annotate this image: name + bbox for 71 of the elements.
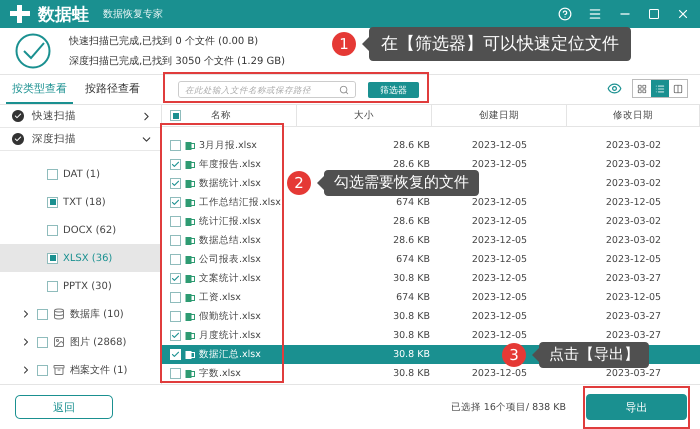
step-number: 1 (332, 32, 356, 56)
app-subtitle: 数据恢复专家 (103, 8, 163, 21)
file-name: 工资.xlsx (199, 291, 241, 304)
file-size: 30.8 KB (393, 349, 430, 360)
created-date: 2023-12-05 (472, 197, 528, 208)
step-number: 3 (502, 342, 526, 367)
created-date: 2023-12-05 (472, 292, 528, 303)
file-name: 工作总结汇报.xlsx (199, 196, 281, 209)
tree-label: PPTX (30) (63, 280, 112, 292)
app-name: 数据蛙 (38, 4, 89, 26)
scan-status-text: 深度扫描已完成,已找到 3050 个文件 (1.29 GB) (69, 54, 286, 68)
scan-label: 深度扫描 (32, 132, 77, 146)
file-name: 文案统计.xlsx (199, 272, 261, 285)
file-size: 30.8 KB (393, 330, 430, 341)
created-date: 2023-12-05 (472, 254, 528, 265)
modified-date: 2023-03-02 (606, 216, 662, 227)
modified-date: 2023-03-02 (606, 178, 662, 189)
modified-date: 2023-03-27 (606, 368, 662, 379)
file-name: 数据统计.xlsx (199, 177, 261, 190)
column-header: 修改日期 (613, 109, 653, 122)
tree-label: TXT (18) (63, 196, 106, 208)
column-header: 名称 (211, 109, 231, 122)
file-size: 674 KB (396, 254, 430, 265)
created-date: 2023-12-05 (472, 140, 528, 151)
modified-date: 2023-03-02 (606, 140, 662, 151)
modified-date: 2023-03-02 (606, 159, 662, 170)
file-size: 28.6 KB (393, 140, 430, 151)
tree-label: DAT (1) (63, 168, 100, 180)
tree-label: 数据库 (10) (70, 308, 124, 321)
modified-date: 2023-03-27 (606, 311, 662, 322)
file-size: 674 KB (396, 292, 430, 303)
step-number: 2 (287, 170, 311, 195)
file-size: 28.6 KB (393, 216, 430, 227)
tree-label: 档案文件 (1) (70, 364, 128, 377)
file-size: 674 KB (396, 197, 430, 208)
created-date: 2023-12-05 (472, 368, 528, 379)
tree-label: XLSX (36) (63, 252, 112, 264)
file-size: 30.8 KB (393, 311, 430, 322)
created-date: 2023-12-05 (472, 330, 528, 341)
scan-status-text: 快速扫描已完成,已找到 0 个文件 (0.00 B) (69, 34, 260, 48)
tree-label: DOCX (62) (63, 224, 116, 236)
modified-date: 2023-03-27 (606, 330, 662, 341)
modified-date: 2023-12-05 (606, 197, 662, 208)
file-name: 月度统计.xlsx (199, 329, 261, 342)
file-name: 3月月报.xlsx (199, 139, 257, 152)
file-name: 公司报表.xlsx (199, 253, 261, 266)
modified-date: 2023-03-27 (606, 273, 662, 284)
modified-date: 2023-03-02 (606, 235, 662, 246)
column-header: 大小 (354, 109, 374, 122)
file-name: 假勤统计.xlsx (199, 310, 261, 323)
tree-label: 图片 (2868) (70, 336, 126, 349)
scan-label: 快速扫描 (32, 109, 77, 123)
created-date: 2023-12-05 (472, 216, 528, 227)
file-name: 年度报告.xlsx (199, 158, 261, 171)
file-name: 字数.xlsx (199, 367, 241, 380)
file-name: 统计汇报.xlsx (199, 215, 261, 228)
file-name: 数据总结.xlsx (199, 234, 261, 247)
created-date: 2023-12-05 (472, 159, 528, 170)
column-header: 创建日期 (479, 109, 519, 122)
callout-tooltip: 在【筛选器】可以快速定位文件 (369, 27, 631, 62)
file-size: 30.8 KB (393, 273, 430, 284)
file-size: 30.8 KB (393, 368, 430, 379)
created-date: 2023-12-05 (472, 273, 528, 284)
modified-date: 2023-12-05 (606, 254, 662, 265)
modified-date: 2023-12-05 (606, 292, 662, 303)
created-date: 2023-12-05 (472, 311, 528, 322)
file-size: 28.6 KB (393, 235, 430, 246)
selection-summary: 已选择 16个项目/ 838 KB (450, 400, 566, 414)
file-size: 28.6 KB (393, 159, 430, 170)
file-name: 数据汇总.xlsx (199, 348, 261, 361)
created-date: 2023-12-05 (472, 235, 528, 246)
